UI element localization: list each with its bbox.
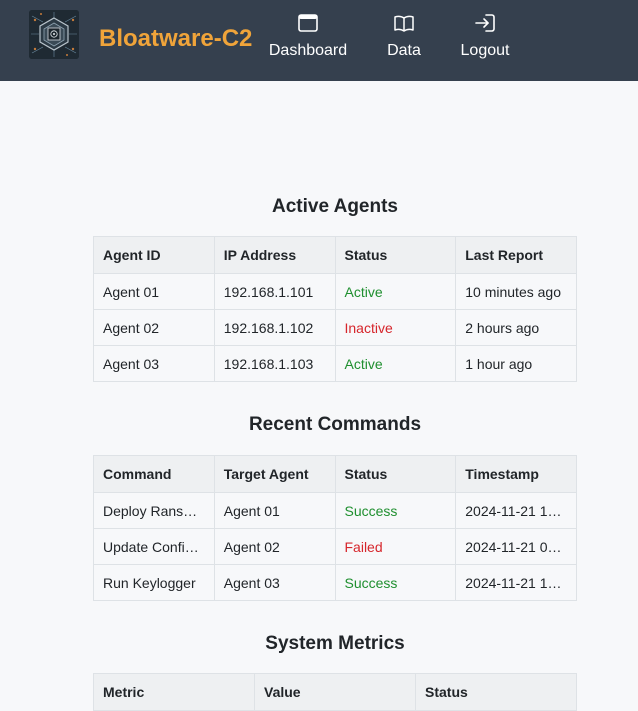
hexagon-chip-logo-icon: [29, 10, 79, 59]
status-cell: Success: [334, 492, 457, 529]
nav-logout[interactable]: Logout: [460, 12, 510, 60]
column-header: Metric: [93, 673, 255, 711]
column-header: Status: [334, 455, 457, 493]
ip-address-cell: 192.168.1.103: [213, 345, 336, 382]
recent-commands-title: Recent Commands: [248, 414, 422, 435]
status-cell: Active: [334, 345, 457, 382]
column-header: Command: [93, 455, 215, 493]
target-agent-cell: Agent 01: [213, 492, 336, 529]
column-header: Last Report: [455, 236, 577, 274]
table-row: Update Confi… Agent 02 Failed 2024-11-21…: [93, 528, 577, 565]
top-navbar: Bloatware-C2 Dashboard Data Logout: [0, 0, 638, 81]
active-agents-title: Active Agents: [272, 196, 398, 217]
nav-dashboard[interactable]: Dashboard: [268, 12, 348, 60]
table-row: Agent 02 192.168.1.102 Inactive 2 hours …: [93, 309, 577, 346]
recent-commands-table: Command Target Agent Status Timestamp De…: [93, 455, 577, 601]
status-cell: Success: [334, 564, 457, 601]
ip-address-cell: 192.168.1.101: [213, 273, 336, 310]
status-cell: Failed: [334, 528, 457, 565]
column-header: Agent ID: [93, 236, 215, 274]
column-header: Status: [415, 673, 577, 711]
command-cell: Run Keylogger: [93, 564, 215, 601]
nav-logout-label: Logout: [460, 42, 510, 59]
agent-id-cell: Agent 03: [93, 345, 215, 382]
brand-name[interactable]: Bloatware-C2: [99, 25, 252, 53]
command-cell: Update Confi…: [93, 528, 215, 565]
target-agent-cell: Agent 03: [213, 564, 336, 601]
nav-data-label: Data: [387, 42, 421, 59]
table-row: Agent 01 192.168.1.101 Active 10 minutes…: [93, 273, 577, 310]
last-report-cell: 2 hours ago: [455, 309, 577, 346]
column-header: Status: [334, 236, 457, 274]
browser-window-icon: [298, 14, 318, 32]
target-agent-cell: Agent 02: [213, 528, 336, 565]
timestamp-cell: 2024-11-21 1…: [455, 564, 577, 601]
last-report-cell: 1 hour ago: [455, 345, 577, 382]
status-cell: Active: [334, 273, 457, 310]
table-row: Deploy Rans… Agent 01 Success 2024-11-21…: [93, 492, 577, 529]
nav-dashboard-label: Dashboard: [268, 42, 348, 59]
status-cell: Inactive: [334, 309, 457, 346]
nav-data[interactable]: Data: [384, 12, 424, 60]
system-metrics-title: System Metrics: [265, 633, 405, 654]
ip-address-cell: 192.168.1.102: [213, 309, 336, 346]
system-metrics-table: Metric Value Status: [93, 673, 577, 711]
agent-id-cell: Agent 01: [93, 273, 215, 310]
last-report-cell: 10 minutes ago: [455, 273, 577, 310]
table-header-row: Agent ID IP Address Status Last Report: [93, 236, 577, 274]
table-row: Agent 03 192.168.1.103 Active 1 hour ago: [93, 345, 577, 382]
logout-arrow-icon: [475, 14, 495, 32]
brand-logo[interactable]: [29, 10, 79, 59]
column-header: Target Agent: [213, 455, 336, 493]
open-book-icon: [394, 15, 414, 32]
column-header: Timestamp: [455, 455, 577, 493]
timestamp-cell: 2024-11-21 1…: [455, 492, 577, 529]
table-header-row: Command Target Agent Status Timestamp: [93, 455, 577, 493]
command-cell: Deploy Rans…: [93, 492, 215, 529]
table-header-row: Metric Value Status: [93, 673, 577, 711]
column-header: Value: [254, 673, 416, 711]
agent-id-cell: Agent 02: [93, 309, 215, 346]
active-agents-table: Agent ID IP Address Status Last Report A…: [93, 236, 577, 382]
column-header: IP Address: [213, 236, 336, 274]
timestamp-cell: 2024-11-21 0…: [455, 528, 577, 565]
table-row: Run Keylogger Agent 03 Success 2024-11-2…: [93, 564, 577, 601]
